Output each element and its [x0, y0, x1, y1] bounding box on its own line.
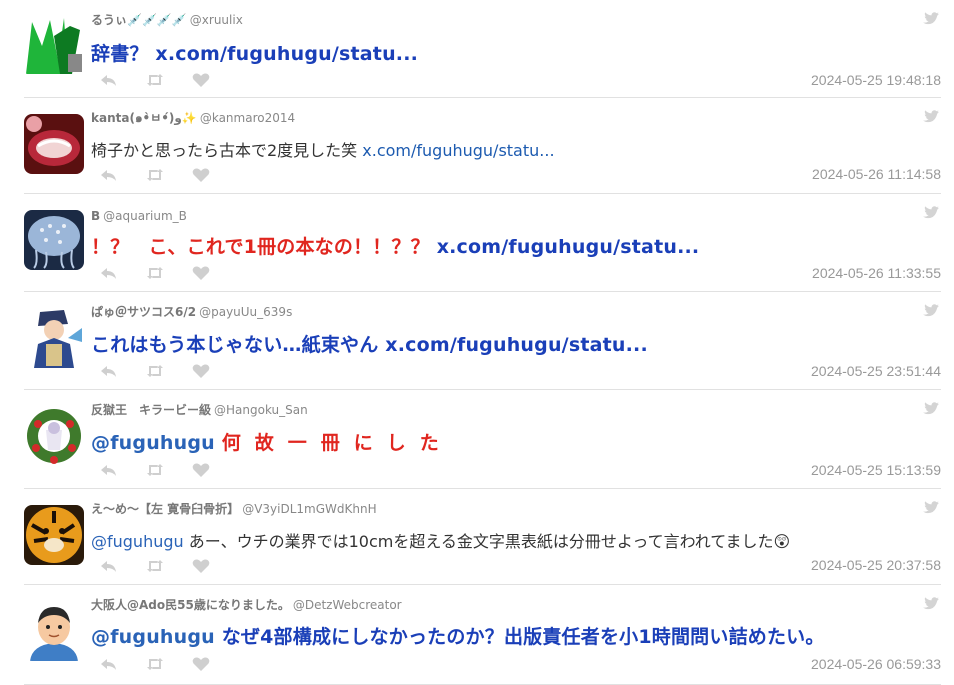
tweet-actions [99, 363, 211, 379]
tweet-text: 辞書？ x.com/fuguhugu/statu... [91, 39, 418, 66]
heart-icon[interactable] [191, 363, 211, 379]
tweet-link[interactable]: x.com/fuguhugu/statu... [437, 236, 700, 258]
user-display-name[interactable]: B [91, 209, 100, 223]
heart-icon[interactable] [191, 656, 211, 672]
user-handle[interactable]: @V3yiDL1mGWdKhnH [242, 502, 376, 516]
twitter-bird-icon[interactable] [923, 597, 939, 611]
user-handle[interactable]: @aquarium_B [103, 209, 187, 223]
tweet-text-segment: あー、ウチの業界では10cmを超える金文字黒表紙は分冊せよって言われてました😲 [183, 532, 791, 551]
avatar[interactable] [24, 406, 84, 466]
heart-icon[interactable] [191, 167, 211, 183]
mention-link[interactable]: @fuguhugu [91, 532, 184, 551]
tweet-link[interactable]: x.com/fuguhugu/statu... [385, 334, 648, 356]
reply-icon[interactable] [99, 265, 119, 281]
tweet-row[interactable]: B @aquarium_B ！？ こ、これで1冊の本なの！！？？ x.com/fug… [24, 194, 941, 292]
tweet-timestamp[interactable]: 2024-05-25 19:48:18 [811, 72, 941, 88]
heart-icon[interactable] [191, 558, 211, 574]
reply-icon[interactable] [99, 558, 119, 574]
tweet-link[interactable]: x.com/fuguhugu/statu... [155, 43, 418, 65]
user-handle[interactable]: @kanmaro2014 [200, 111, 295, 125]
tweet-text-segment: ！？ こ、これで1冊の本なの！！？？ [91, 236, 437, 258]
tweet-header: ぱゅ＠サツコス6/2 @payuUu_639s [91, 304, 292, 320]
tweet-text: @fuguhugu 何故一冊にした [91, 428, 453, 455]
tweet-link[interactable]: x.com/fuguhugu/statu... [362, 141, 554, 160]
tweet-text: @fuguhugu あー、ウチの業界では10cmを超える金文字黒表紙は分冊せよっ… [91, 528, 790, 552]
tweet-text-segment: 辞書？ [91, 43, 156, 65]
tweet-timestamp[interactable]: 2024-05-25 15:13:59 [811, 462, 941, 478]
mention-link[interactable]: @fuguhugu [91, 432, 222, 454]
reply-icon[interactable] [99, 363, 119, 379]
retweet-icon[interactable] [145, 167, 165, 183]
tweet-actions [99, 265, 211, 281]
avatar[interactable] [24, 505, 84, 565]
heart-icon[interactable] [191, 72, 211, 88]
tweet-text: @fuguhugu なぜ4部構成にしなかったのか？出版責任者を小1時間問い詰めた… [91, 622, 825, 649]
twitter-bird-icon[interactable] [923, 402, 939, 416]
retweet-icon[interactable] [145, 462, 165, 478]
heart-icon[interactable] [191, 265, 211, 281]
tweet-text: これはもう本じゃない…紙束やん x.com/fuguhugu/statu... [91, 330, 648, 357]
user-display-name[interactable]: 反獄王 キラービー級 [91, 403, 211, 417]
tweet-row[interactable]: 大阪人@Ado民55歳になりました。 @DetzWebcreator @fuguhu… [24, 585, 941, 685]
tweet-row[interactable]: ぱゅ＠サツコス6/2 @payuUu_639s これはもう本じゃない…紙束やん x.… [24, 292, 941, 390]
tweet-text: 椅子かと思ったら古本で2度見した笑 x.com/fuguhugu/statu..… [91, 137, 555, 161]
user-display-name[interactable]: ぱゅ＠サツコス6/2 [91, 305, 196, 319]
user-handle[interactable]: @xruulix [190, 13, 243, 27]
twitter-bird-icon[interactable] [923, 304, 939, 318]
tweet-actions [99, 558, 211, 574]
user-display-name[interactable]: え～め～【左 寛骨臼骨折】 [91, 502, 239, 516]
tweet-text-segment: 椅子かと思ったら古本で2度見した笑 [91, 141, 363, 160]
retweet-icon[interactable] [145, 72, 165, 88]
user-display-name[interactable]: kanta(๑•̀ㅂ•́)و✨ [91, 111, 197, 125]
tweet-timestamp[interactable]: 2024-05-25 23:51:44 [811, 363, 941, 379]
heart-icon[interactable] [191, 462, 211, 478]
mention-link[interactable]: @fuguhugu [91, 626, 222, 648]
tweet-header: るうぃ💉💉💉💉 @xruulix [91, 12, 243, 28]
tweet-timestamp[interactable]: 2024-05-26 11:14:58 [812, 166, 941, 182]
reply-icon[interactable] [99, 72, 119, 88]
tweet-row[interactable]: 反獄王 キラービー級 @Hangoku_San @fuguhugu 何故一冊にした 2… [24, 390, 941, 489]
tweet-actions [99, 167, 211, 183]
reply-icon[interactable] [99, 462, 119, 478]
tweet-text: ！？ こ、これで1冊の本なの！！？？ x.com/fuguhugu/statu.… [91, 232, 699, 259]
tweet-text-segment: これはもう本じゃない…紙束やん [91, 334, 386, 356]
tweet-actions [99, 462, 211, 478]
retweet-icon[interactable] [145, 265, 165, 281]
tweet-header: B @aquarium_B [91, 208, 187, 224]
tweet-actions [99, 656, 211, 672]
user-display-name[interactable]: 大阪人@Ado民55歳になりました。 [91, 598, 290, 612]
user-handle[interactable]: @payuUu_639s [199, 305, 292, 319]
avatar[interactable] [24, 210, 84, 270]
tweet-row[interactable]: kanta(๑•̀ㅂ•́)و✨ @kanmaro2014 椅子かと思ったら古本で2度… [24, 98, 941, 194]
twitter-bird-icon[interactable] [923, 110, 939, 124]
retweet-icon[interactable] [145, 558, 165, 574]
twitter-bird-icon[interactable] [923, 501, 939, 515]
retweet-icon[interactable] [145, 363, 165, 379]
tweet-header: 大阪人@Ado民55歳になりました。 @DetzWebcreator [91, 597, 402, 613]
avatar[interactable] [24, 308, 84, 368]
reply-icon[interactable] [99, 167, 119, 183]
avatar[interactable] [24, 16, 84, 76]
tweet-timestamp[interactable]: 2024-05-26 11:33:55 [812, 265, 941, 281]
avatar[interactable] [24, 601, 84, 661]
tweet-header: kanta(๑•̀ㅂ•́)و✨ @kanmaro2014 [91, 110, 295, 126]
tweet-header: え～め～【左 寛骨臼骨折】 @V3yiDL1mGWdKhnH [91, 501, 377, 517]
user-handle[interactable]: @DetzWebcreator [293, 598, 402, 612]
tweet-header: 反獄王 キラービー級 @Hangoku_San [91, 402, 308, 418]
tweet-text-segment: 何故一冊にした [221, 432, 453, 454]
retweet-icon[interactable] [145, 656, 165, 672]
twitter-bird-icon[interactable] [923, 12, 939, 26]
tweet-row[interactable]: え～め～【左 寛骨臼骨折】 @V3yiDL1mGWdKhnH @fuguhugu あ… [24, 489, 941, 585]
reply-icon[interactable] [99, 656, 119, 672]
tweet-timestamp[interactable]: 2024-05-25 20:37:58 [811, 557, 941, 573]
user-display-name[interactable]: るうぃ💉💉💉💉 [91, 13, 187, 27]
twitter-bird-icon[interactable] [923, 206, 939, 220]
avatar[interactable] [24, 114, 84, 174]
tweet-timestamp[interactable]: 2024-05-26 06:59:33 [811, 656, 941, 672]
tweet-row[interactable]: るうぃ💉💉💉💉 @xruulix 辞書？ x.com/fuguhugu/statu.… [24, 0, 941, 98]
tweet-text-segment: なぜ4部構成にしなかったのか？出版責任者を小1時間問い詰めたい。 [221, 626, 825, 648]
user-handle[interactable]: @Hangoku_San [214, 403, 308, 417]
tweet-actions [99, 72, 211, 88]
